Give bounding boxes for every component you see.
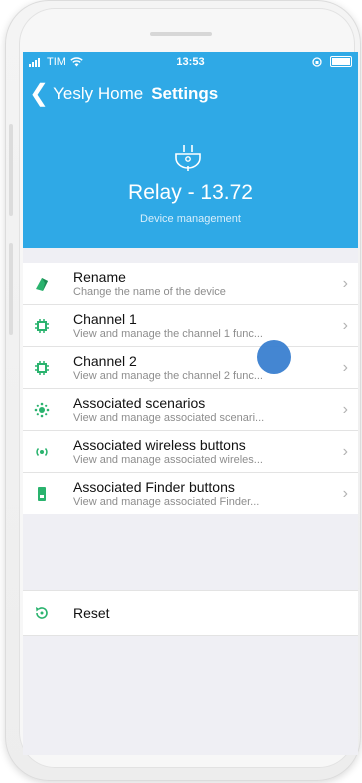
chevron-right-icon: ›: [342, 317, 348, 334]
menu-item-title: Associated scenarios: [73, 395, 206, 411]
touch-indicator: [257, 340, 291, 374]
chevron-right-icon: ›: [342, 401, 348, 418]
chevron-right-icon: ›: [342, 485, 348, 502]
chip-icon: [35, 319, 49, 333]
phone-speaker: [150, 32, 212, 36]
tag-icon: [36, 278, 48, 291]
header: TIM 13:53 ❮ Yesly Home Settings Relay - …: [23, 52, 358, 248]
status-right: [312, 56, 352, 67]
menu-item-channel-2[interactable]: Channel 2 View and manage the channel 2 …: [23, 347, 358, 389]
orientation-lock-icon: [312, 56, 322, 67]
menu-item-subtitle: View and manage the channel 2 func...: [73, 370, 263, 382]
menu-item-subtitle: View and manage the channel 1 func...: [73, 328, 263, 340]
menu-item-title: Rename: [73, 269, 126, 285]
menu-item-title: Associated Finder buttons: [73, 479, 235, 495]
plug-icon: [175, 145, 201, 171]
scenario-icon: [34, 402, 50, 418]
reset-button[interactable]: Reset: [23, 590, 358, 636]
menu-item-title: Associated wireless buttons: [73, 437, 246, 453]
menu-item-title: Channel 1: [73, 311, 137, 327]
device-name: Relay - 13.72: [128, 181, 253, 204]
menu-item-rename[interactable]: Rename Change the name of the device ›: [23, 263, 358, 305]
chevron-right-icon: ›: [342, 359, 348, 376]
chevron-right-icon: ›: [342, 443, 348, 460]
volume-down-button: [9, 243, 13, 335]
menu-item-channel-1[interactable]: Channel 1 View and manage the channel 1 …: [23, 305, 358, 347]
menu-item-associated-finder-buttons[interactable]: Associated Finder buttons View and manag…: [23, 473, 358, 514]
status-bar: TIM 13:53: [23, 52, 358, 72]
wireless-icon: [36, 447, 48, 457]
settings-list: Rename Change the name of the device › C…: [23, 263, 358, 514]
finder-button-icon: [38, 487, 46, 501]
device-subtitle: Device management: [140, 213, 241, 225]
menu-item-associated-scenarios[interactable]: Associated scenarios View and manage ass…: [23, 389, 358, 431]
chevron-right-icon: ›: [342, 275, 348, 292]
menu-item-title: Channel 2: [73, 353, 137, 369]
menu-item-subtitle: View and manage associated Finder...: [73, 496, 260, 508]
reset-label: Reset: [73, 605, 110, 621]
chip-icon: [35, 361, 49, 375]
back-button[interactable]: Yesly Home: [53, 84, 143, 104]
app-screen: TIM 13:53 ❮ Yesly Home Settings Relay - …: [23, 52, 358, 755]
menu-item-subtitle: View and manage associated wireles...: [73, 454, 263, 466]
back-chevron-icon[interactable]: ❮: [29, 82, 49, 106]
page-title: Settings: [151, 84, 219, 103]
menu-item-associated-wireless-buttons[interactable]: Associated wireless buttons View and man…: [23, 431, 358, 473]
battery-icon: [330, 56, 352, 67]
status-time: 13:53: [176, 56, 205, 68]
menu-item-subtitle: Change the name of the device: [73, 286, 226, 298]
reset-icon: [36, 607, 48, 619]
volume-up-button: [9, 124, 13, 216]
nav-bar: ❮ Yesly Home Settings: [29, 82, 219, 106]
menu-item-subtitle: View and manage associated scenari...: [73, 412, 265, 424]
